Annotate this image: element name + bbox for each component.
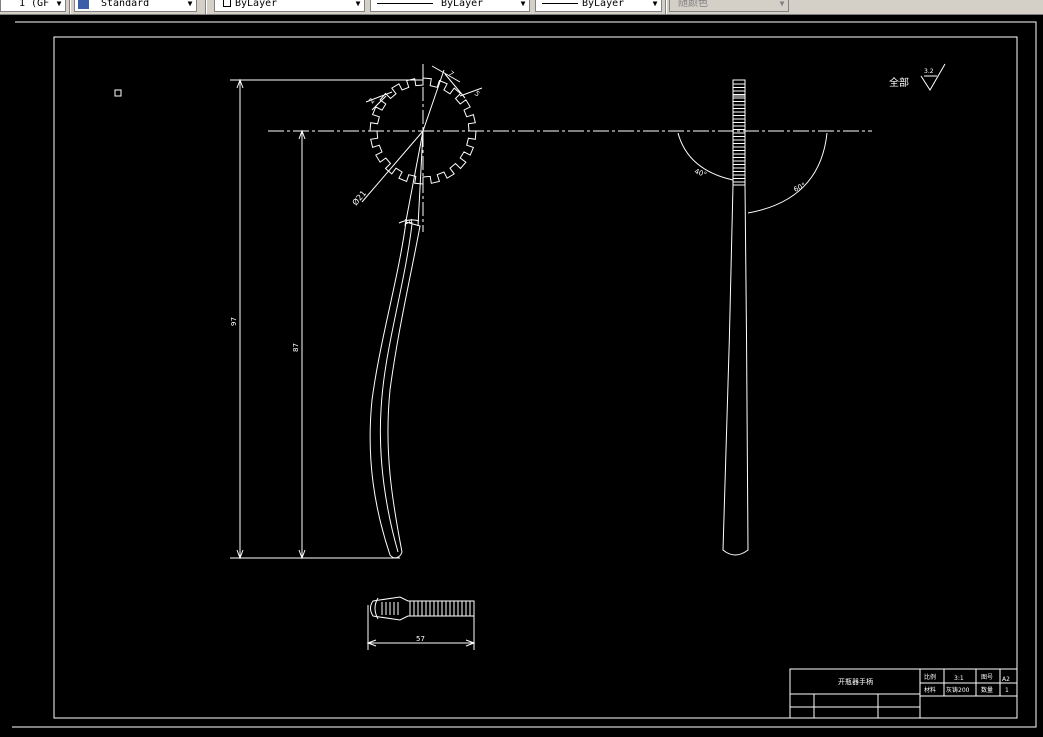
handle-outline (369, 221, 421, 559)
qty-value: 1 (1005, 687, 1009, 694)
sheet-label: 图号 (981, 674, 993, 681)
pickbox-cursor (114, 89, 122, 97)
lineweight-preview-icon (542, 3, 578, 4)
lineweight-value: ByLayer (582, 0, 625, 9)
chevron-down-icon: ▼ (355, 0, 361, 8)
text-style-icon (78, 0, 89, 9)
tooth-dim-line (444, 73, 466, 99)
dim-97-text: 97 (230, 317, 238, 326)
layer-color-value: ByLayer (235, 0, 278, 9)
chevron-down-icon: ▼ (56, 0, 62, 8)
sheet-value: A2 (1002, 676, 1010, 683)
toolbar-separator (205, 0, 207, 14)
scale-value: 3:1 (954, 675, 964, 682)
color-swatch-icon (223, 0, 231, 7)
linetype-preview-icon (377, 3, 433, 4)
chevron-down-icon: ▼ (652, 0, 658, 8)
text-style-dropdown[interactable]: Standard ▼ (74, 0, 197, 12)
dim-57-text: 57 (416, 635, 425, 643)
chevron-down-icon: ▼ (779, 0, 785, 8)
chevron-down-icon: ▼ (187, 0, 193, 8)
plot-style-dropdown[interactable]: 随颜色 ▼ (669, 0, 789, 12)
plot-style-value: 随颜色 (678, 0, 708, 9)
roughness-value: 3.2 (924, 68, 934, 75)
diameter-dim-text: Ø21 (350, 188, 368, 207)
scale-label: 比例 (924, 673, 936, 681)
sheet-outer-border (12, 21, 1037, 728)
linetype-dropdown[interactable]: ByLayer ▼ (370, 0, 530, 12)
material-value: 灰铸200 (946, 686, 970, 694)
tooth-dim-line (431, 65, 461, 83)
layer-dropdown[interactable]: 1 (GF ▼ (0, 0, 66, 12)
toolbar-separator (665, 0, 667, 14)
drawing-canvas[interactable]: Ø21 7 5 2 14 97 87 57 40° 60° 全部 3.2 开瓶器… (0, 14, 1043, 737)
roughness-label: 全部 (889, 76, 909, 89)
layer-dropdown-value: 1 (GF (19, 0, 50, 9)
side-view (677, 79, 828, 556)
linetype-value: ByLayer (441, 0, 484, 9)
tooth-dim-line (422, 69, 445, 132)
qty-label: 数量 (981, 686, 993, 694)
chevron-down-icon: ▼ (520, 0, 526, 8)
properties-toolbar: 1 (GF ▼ Standard ▼ ByLayer ▼ ByLayer ▼ B… (0, 0, 1043, 15)
toolbar-separator (69, 0, 71, 14)
text-style-value: Standard (101, 0, 150, 9)
angle-dim-text: 60° (792, 181, 807, 194)
material-label: 材料 (924, 686, 936, 694)
layer-color-dropdown[interactable]: ByLayer ▼ (214, 0, 365, 12)
part-name: 开瓶器手柄 (838, 677, 873, 686)
lineweight-dropdown[interactable]: ByLayer ▼ (535, 0, 662, 12)
handle-inner-line (379, 223, 413, 553)
dim-87-text: 87 (292, 343, 300, 352)
sheet-inner-border (53, 36, 1018, 719)
